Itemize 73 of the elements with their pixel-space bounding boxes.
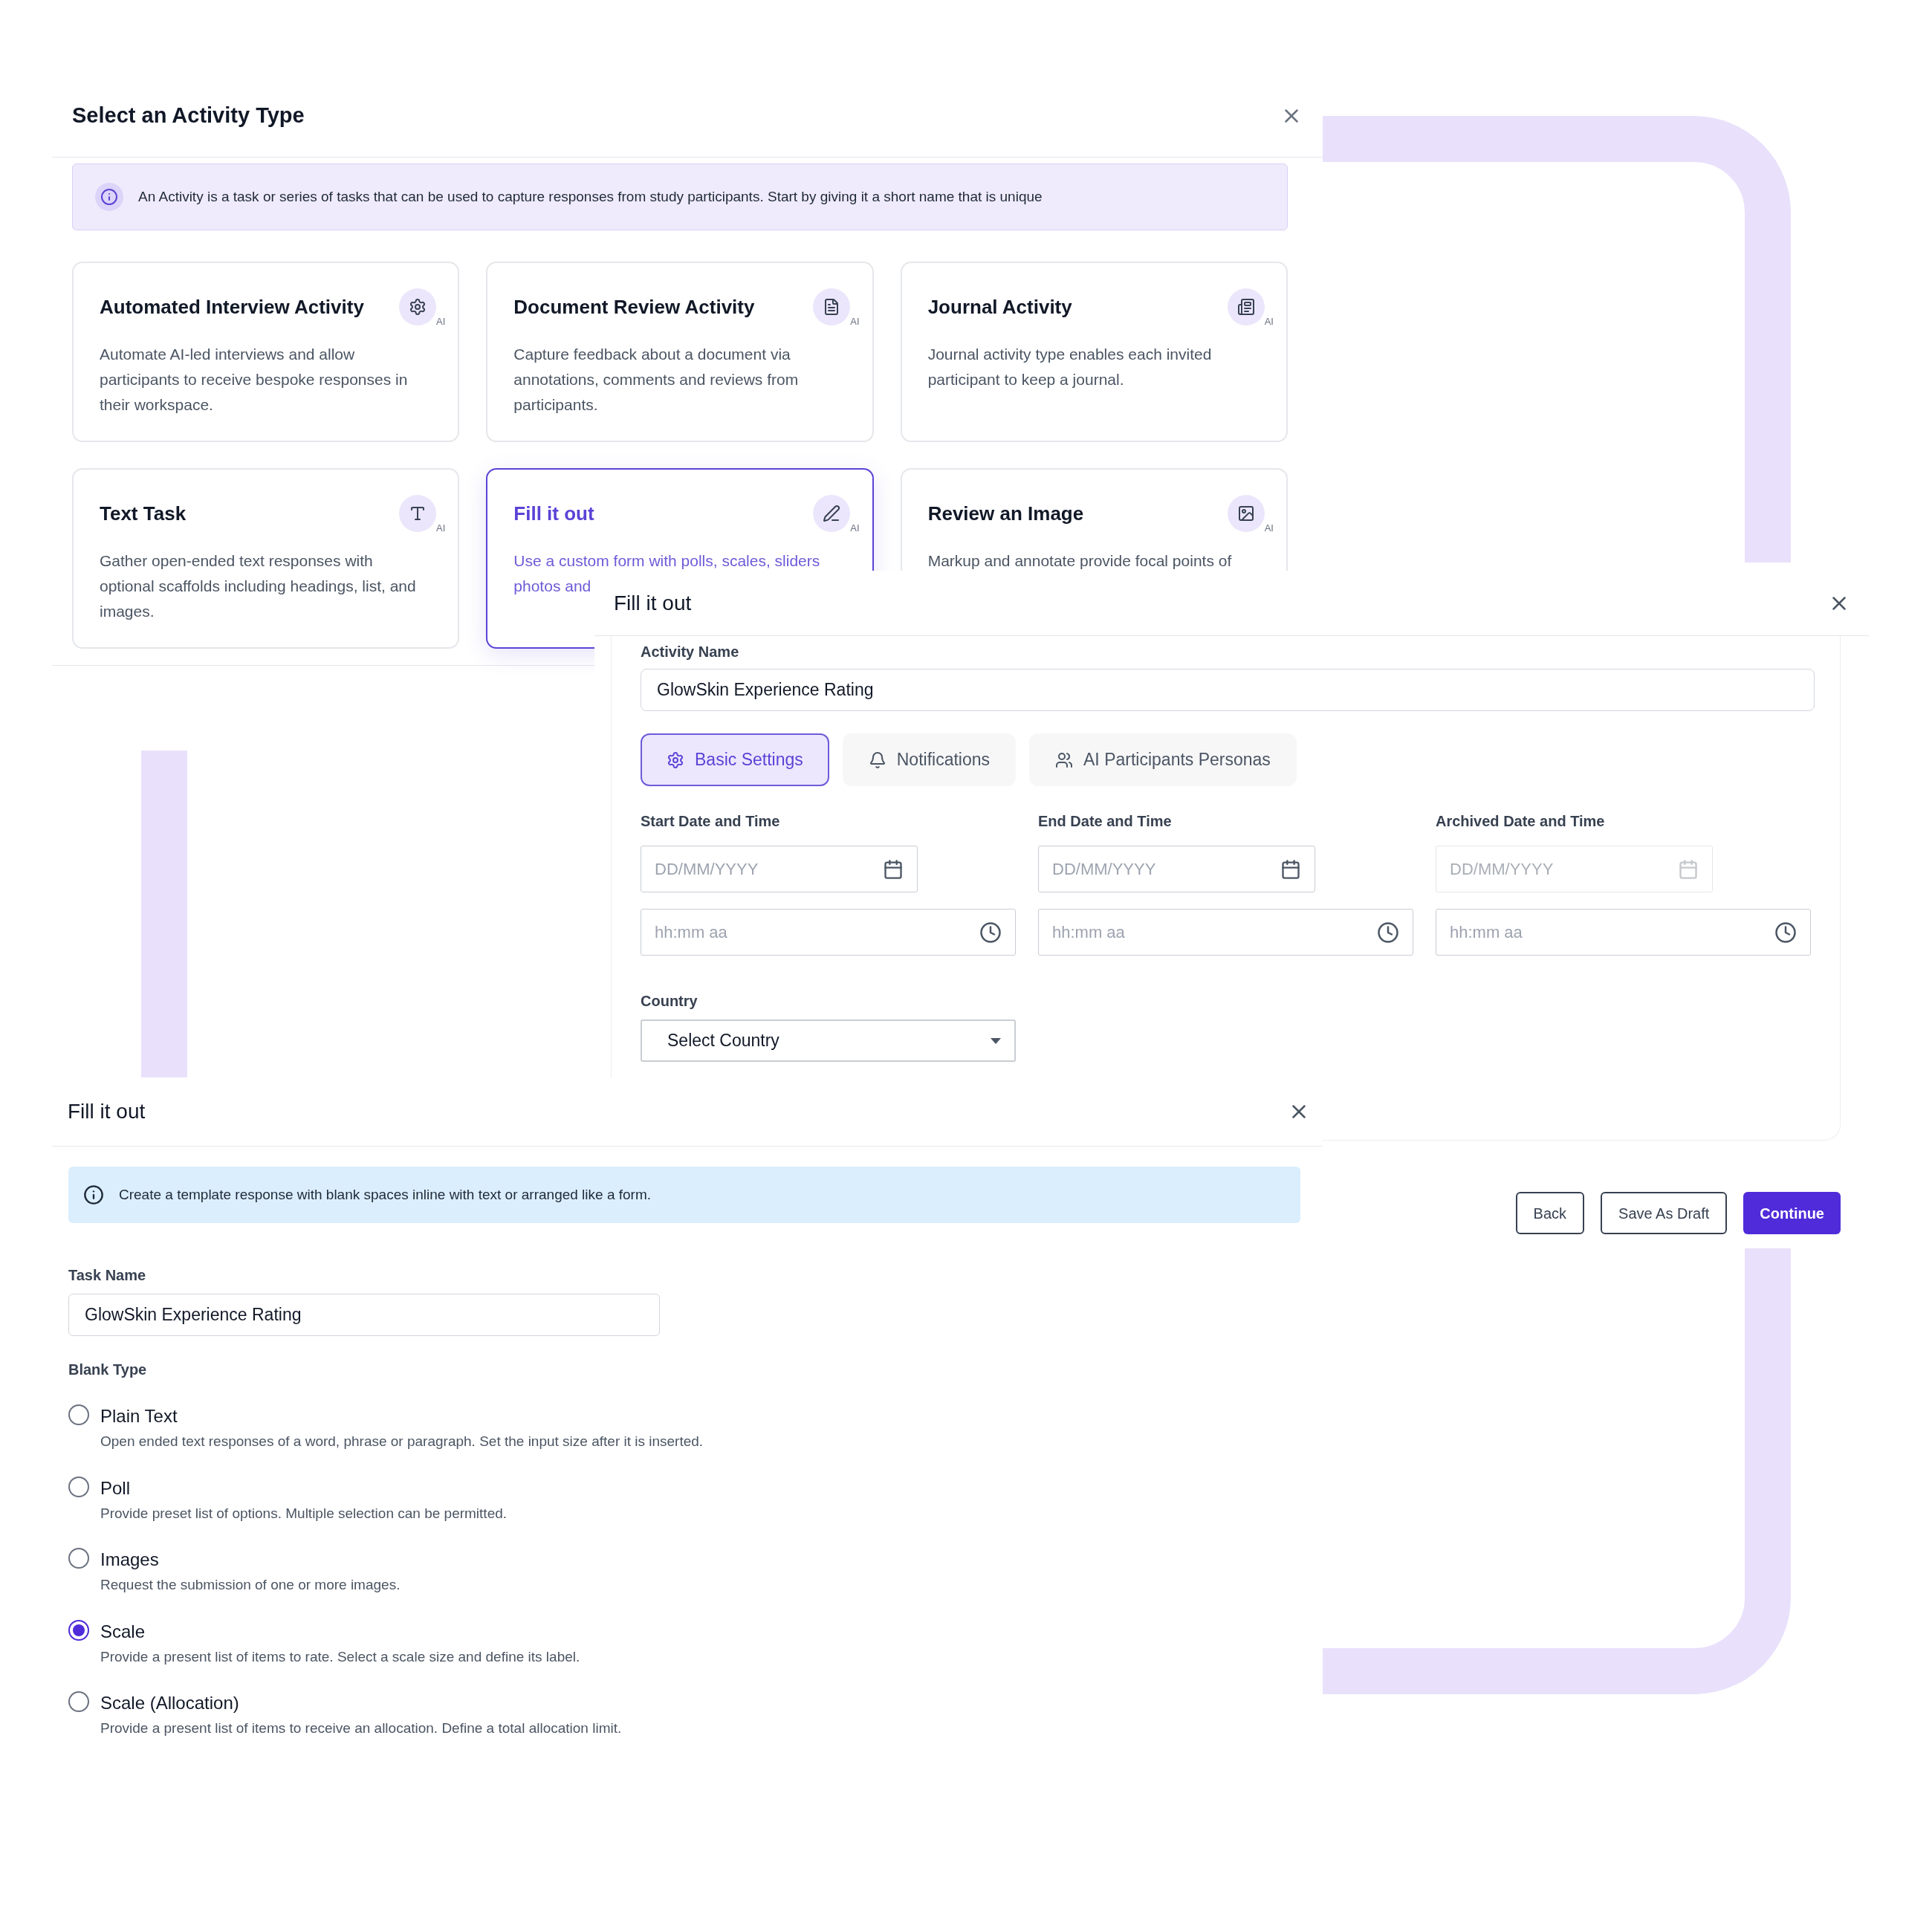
action-button[interactable]: Save As Draft [1601,1192,1728,1234]
radio-button[interactable] [68,1619,89,1641]
settings-icon [667,751,684,769]
document-icon [813,288,851,325]
radio-button[interactable] [68,1476,89,1497]
card-title: Automated Interview Activity [100,295,364,320]
option-label: Plain Text [100,1405,178,1427]
ai-label: AI [1264,314,1274,328]
option-label: Scale [100,1620,146,1643]
option-label: Scale (Allocation) [100,1692,240,1714]
pen-icon [813,495,851,532]
country-select[interactable]: Select Country [641,1020,1016,1062]
option-label: Images [100,1549,160,1571]
activity-card[interactable]: Automated Interview Activity AI Automate AI-led interviews and allow participants to receive bespoke responses in their workspace. [72,262,460,442]
ai-label: AI [436,314,446,328]
dialog-title: Fill it out [68,1099,146,1124]
card-title: Text Task [100,502,187,526]
info-icon [95,183,123,211]
clock-icon [1774,921,1797,944]
info-text: Create a template response with blank spaces inline with text or arranged like a form. [119,1185,652,1204]
image-icon [1227,495,1265,532]
info-icon [83,1184,104,1205]
card-description: Gather open-ended text responses with optional scaffolds including headings, list, and images. [100,551,417,621]
ai-label: AI [1264,521,1274,535]
radio-button[interactable] [68,1691,89,1712]
option-description: Provide a present list of items to rate. Select a scale size and define its label. [100,1647,580,1666]
option-description: Request the submission of one or more images. [100,1576,401,1594]
option-description: Provide a present list of items to receive an allocation. Define a total allocation limit. [100,1719,622,1737]
field-label: Country [641,992,698,1011]
dialog-title: Select an Activity Type [72,102,305,129]
calendar-icon [1678,858,1699,880]
option-description: Open ended text responses of a word, phrase or paragraph. Set the input size after it is inserted. [100,1433,704,1450]
card-description: Automate AI-led interviews and allow participants to receive bespoke responses in their workspace. [100,345,409,415]
card-description: Journal activity type enables each invited participant to keep a journal. [927,345,1213,389]
card-description: Capture feedback about a document via annotations, comments and reviews from participants. [513,345,800,415]
option-description: Provide preset list of options. Multiple selection can be permitted. [100,1504,508,1523]
activity-card[interactable]: Text Task AI Gather open-ended text responses with optional scaffolds including headings, list, and images. [72,468,460,649]
newspaper-icon [1227,288,1265,325]
card-title: Review an Image [927,502,1084,526]
settings-tab[interactable]: Notifications [842,733,1017,786]
bell-icon [868,751,886,769]
activity-card[interactable]: Document Review Activity AI Capture feedback about a document via annotations, comments and reviews from participants. [486,262,874,442]
card-description: Markup and annotate provide focal points of [927,551,1233,571]
calendar-icon [1280,858,1301,880]
field-label: Archived Date and Time [1436,812,1606,831]
field-label: End Date and Time [1038,812,1173,831]
card-title: Document Review Activity [513,295,755,320]
field-label: Start Date and Time [641,812,781,831]
gear-icon [399,288,437,325]
card-title: Fill it out [513,502,594,526]
action-button[interactable]: Back [1515,1192,1585,1234]
radio-button[interactable] [68,1404,89,1425]
settings-tab[interactable]: Basic Settings [641,733,829,786]
ai-label: AI [850,314,860,328]
clock-icon [1377,921,1399,944]
info-text: An Activity is a task or series of tasks that can be used to capture responses from study participants. Start by giving it a short name that is unique [138,187,1043,206]
radio-button[interactable] [68,1548,89,1569]
caret-icon [991,1037,1001,1044]
users-icon [1055,751,1074,769]
ai-label: AI [436,521,446,535]
ai-label: AI [850,521,860,535]
option-label: Poll [100,1476,132,1500]
clock-icon [979,921,1002,944]
activity-name-field[interactable]: GlowSkin Experience Rating [641,669,1815,711]
card-title: Journal Activity [927,295,1072,320]
text-icon [399,495,437,532]
field-label: Blank Type [68,1361,148,1379]
calendar-icon [883,858,904,880]
task-name-field[interactable]: GlowSkin Experience Rating [68,1294,660,1336]
settings-tab[interactable]: AI Participants Personas [1029,733,1297,786]
action-button[interactable]: Continue [1743,1192,1841,1234]
activity-card[interactable]: Journal Activity AI Journal activity type enables each invited participant to keep a journal. [900,262,1288,442]
field-label: Task Name [68,1266,147,1285]
